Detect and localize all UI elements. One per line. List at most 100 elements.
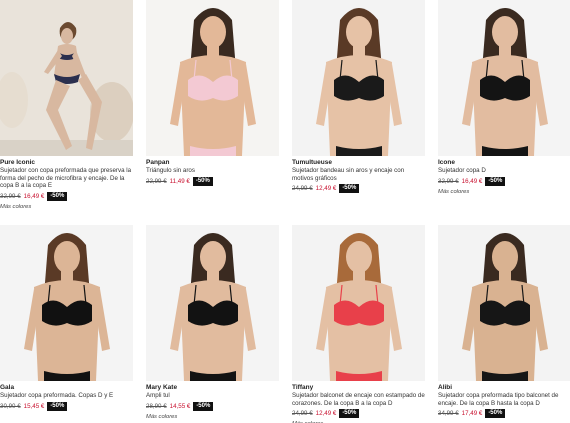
more-colors-link[interactable]: Más colores: [438, 189, 570, 195]
head: [346, 241, 372, 273]
product-description: Sujetador con copa preformada que preser…: [0, 167, 132, 190]
product-name[interactable]: Mary Kate: [146, 384, 279, 392]
sale-price: 16,49 €: [23, 192, 45, 200]
product-description: Sujetador copa D: [438, 167, 486, 174]
product-description: Sujetador balconet de encaje con estampa…: [292, 392, 425, 407]
sale-price: 14,55 €: [169, 402, 191, 410]
model-photo: [438, 225, 570, 381]
head: [346, 16, 372, 48]
product-grid: Pure Iconic Sujetador con copa preformad…: [0, 0, 570, 423]
product-info: Pure Iconic Sujetador con copa preformad…: [0, 156, 133, 210]
neck: [499, 269, 511, 281]
head: [492, 241, 518, 273]
old-price: 32,99 €: [0, 192, 21, 200]
product-description: Sujetador copa preformada tipo balconet …: [438, 392, 559, 407]
product-card: Tumultueuse Sujetador bandeau sin aros y…: [292, 0, 425, 194]
product-image[interactable]: [146, 225, 279, 381]
sale-price: 15,45 €: [23, 402, 45, 410]
product-card: Icone Sujetador copa D 32,99 € 16,49 € -…: [438, 0, 570, 195]
neck: [61, 269, 73, 281]
product-image[interactable]: [146, 0, 279, 156]
product-name[interactable]: Pure Iconic: [0, 159, 133, 167]
more-colors-link[interactable]: Más colores: [146, 414, 279, 420]
discount-badge: -50%: [47, 191, 68, 201]
model-photo: [146, 225, 279, 381]
more-colors-link[interactable]: Más colores: [0, 204, 133, 210]
product-description: Triángulo sin aros: [146, 167, 195, 174]
model-photo: [292, 225, 425, 381]
product-name[interactable]: Gala: [0, 384, 133, 392]
product-card: Pure Iconic Sujetador con copa preformad…: [0, 0, 133, 210]
product-info: Gala Sujetador copa preformada. Copas D …: [0, 381, 133, 411]
product-name[interactable]: Tiffany: [292, 384, 425, 392]
old-price: 34,99 €: [438, 410, 459, 418]
product-card: Tiffany Sujetador balconet de encaje con…: [292, 225, 425, 423]
torso: [326, 280, 392, 381]
product-info: Alibi Sujetador copa preformada tipo bal…: [438, 381, 570, 419]
head: [200, 16, 226, 48]
model-photo: [146, 0, 279, 156]
price-row: 28,90 € 14,55 € -50%: [146, 401, 279, 411]
discount-badge: -50%: [339, 409, 360, 419]
product-name[interactable]: Tumultueuse: [292, 159, 425, 167]
product-info: Mary Kate Ampli tul 28,90 € 14,55 € -50%…: [146, 381, 279, 420]
product-image[interactable]: [0, 225, 133, 381]
old-price: 24,99 €: [292, 410, 313, 418]
product-image[interactable]: [292, 225, 425, 381]
product-card: Gala Sujetador copa preformada. Copas D …: [0, 225, 133, 411]
product-info: Icone Sujetador copa D 32,99 € 16,49 € -…: [438, 156, 570, 195]
price-row: 32,99 € 16,49 € -50%: [438, 176, 570, 186]
product-card: Alibi Sujetador copa preformada tipo bal…: [438, 225, 570, 419]
discount-badge: -50%: [192, 176, 213, 186]
product-info: Tiffany Sujetador balconet de encaje con…: [292, 381, 425, 423]
price-row: 24,99 € 12,49 € -50%: [292, 409, 425, 419]
neck: [353, 44, 365, 56]
torso: [326, 55, 392, 156]
torso: [180, 55, 246, 156]
model-photo: [438, 0, 570, 156]
price-row: 34,99 € 17,49 € -50%: [438, 409, 570, 419]
old-price: 32,99 €: [438, 177, 459, 185]
product-name[interactable]: Panpan: [146, 159, 279, 167]
sale-price: 12,49 €: [315, 410, 337, 418]
sale-price: 11,49 €: [169, 177, 190, 185]
old-price: 28,90 €: [146, 402, 167, 410]
product-description: Sujetador bandeau sin aros y encaje con …: [292, 167, 405, 182]
price-row: 22,99 € 11,49 € -50%: [146, 176, 279, 186]
price-row: 32,99 € 16,49 € -50%: [0, 191, 133, 201]
product-info: Tumultueuse Sujetador bandeau sin aros y…: [292, 156, 425, 194]
sale-price: 17,49 €: [461, 410, 483, 418]
neck: [499, 44, 511, 56]
price-row: 30,90 € 15,45 € -50%: [0, 401, 133, 411]
discount-badge: -50%: [485, 176, 506, 186]
model-photo: [292, 0, 425, 156]
product-name[interactable]: Alibi: [438, 384, 570, 392]
head: [492, 16, 518, 48]
head: [200, 241, 226, 273]
price-row: 24,99 € 12,49 € -50%: [292, 184, 425, 194]
product-image[interactable]: [438, 0, 570, 156]
product-name[interactable]: Icone: [438, 159, 570, 167]
product-card: Panpan Triángulo sin aros 22,99 € 11,49 …: [146, 0, 279, 186]
product-image[interactable]: [438, 225, 570, 381]
product-info: Panpan Triángulo sin aros 22,99 € 11,49 …: [146, 156, 279, 186]
torso: [34, 280, 100, 381]
sale-price: 16,49 €: [461, 177, 483, 185]
discount-badge: -50%: [47, 401, 68, 411]
product-description: Ampli tul: [146, 392, 170, 399]
discount-badge: -50%: [193, 401, 214, 411]
old-price: 22,99 €: [146, 177, 167, 185]
product-image[interactable]: [292, 0, 425, 156]
torso: [472, 55, 538, 156]
model-photo: [0, 0, 133, 156]
product-card: Mary Kate Ampli tul 28,90 € 14,55 € -50%…: [146, 225, 279, 420]
neck: [207, 269, 219, 281]
old-price: 30,90 €: [0, 402, 21, 410]
sale-price: 12,49 €: [315, 185, 337, 193]
old-price: 24,99 €: [292, 185, 313, 193]
product-description: Sujetador copa preformada. Copas D y E: [0, 392, 114, 399]
product-image[interactable]: [0, 0, 133, 156]
torso: [472, 280, 538, 381]
discount-badge: -50%: [485, 409, 506, 419]
torso: [180, 280, 246, 381]
